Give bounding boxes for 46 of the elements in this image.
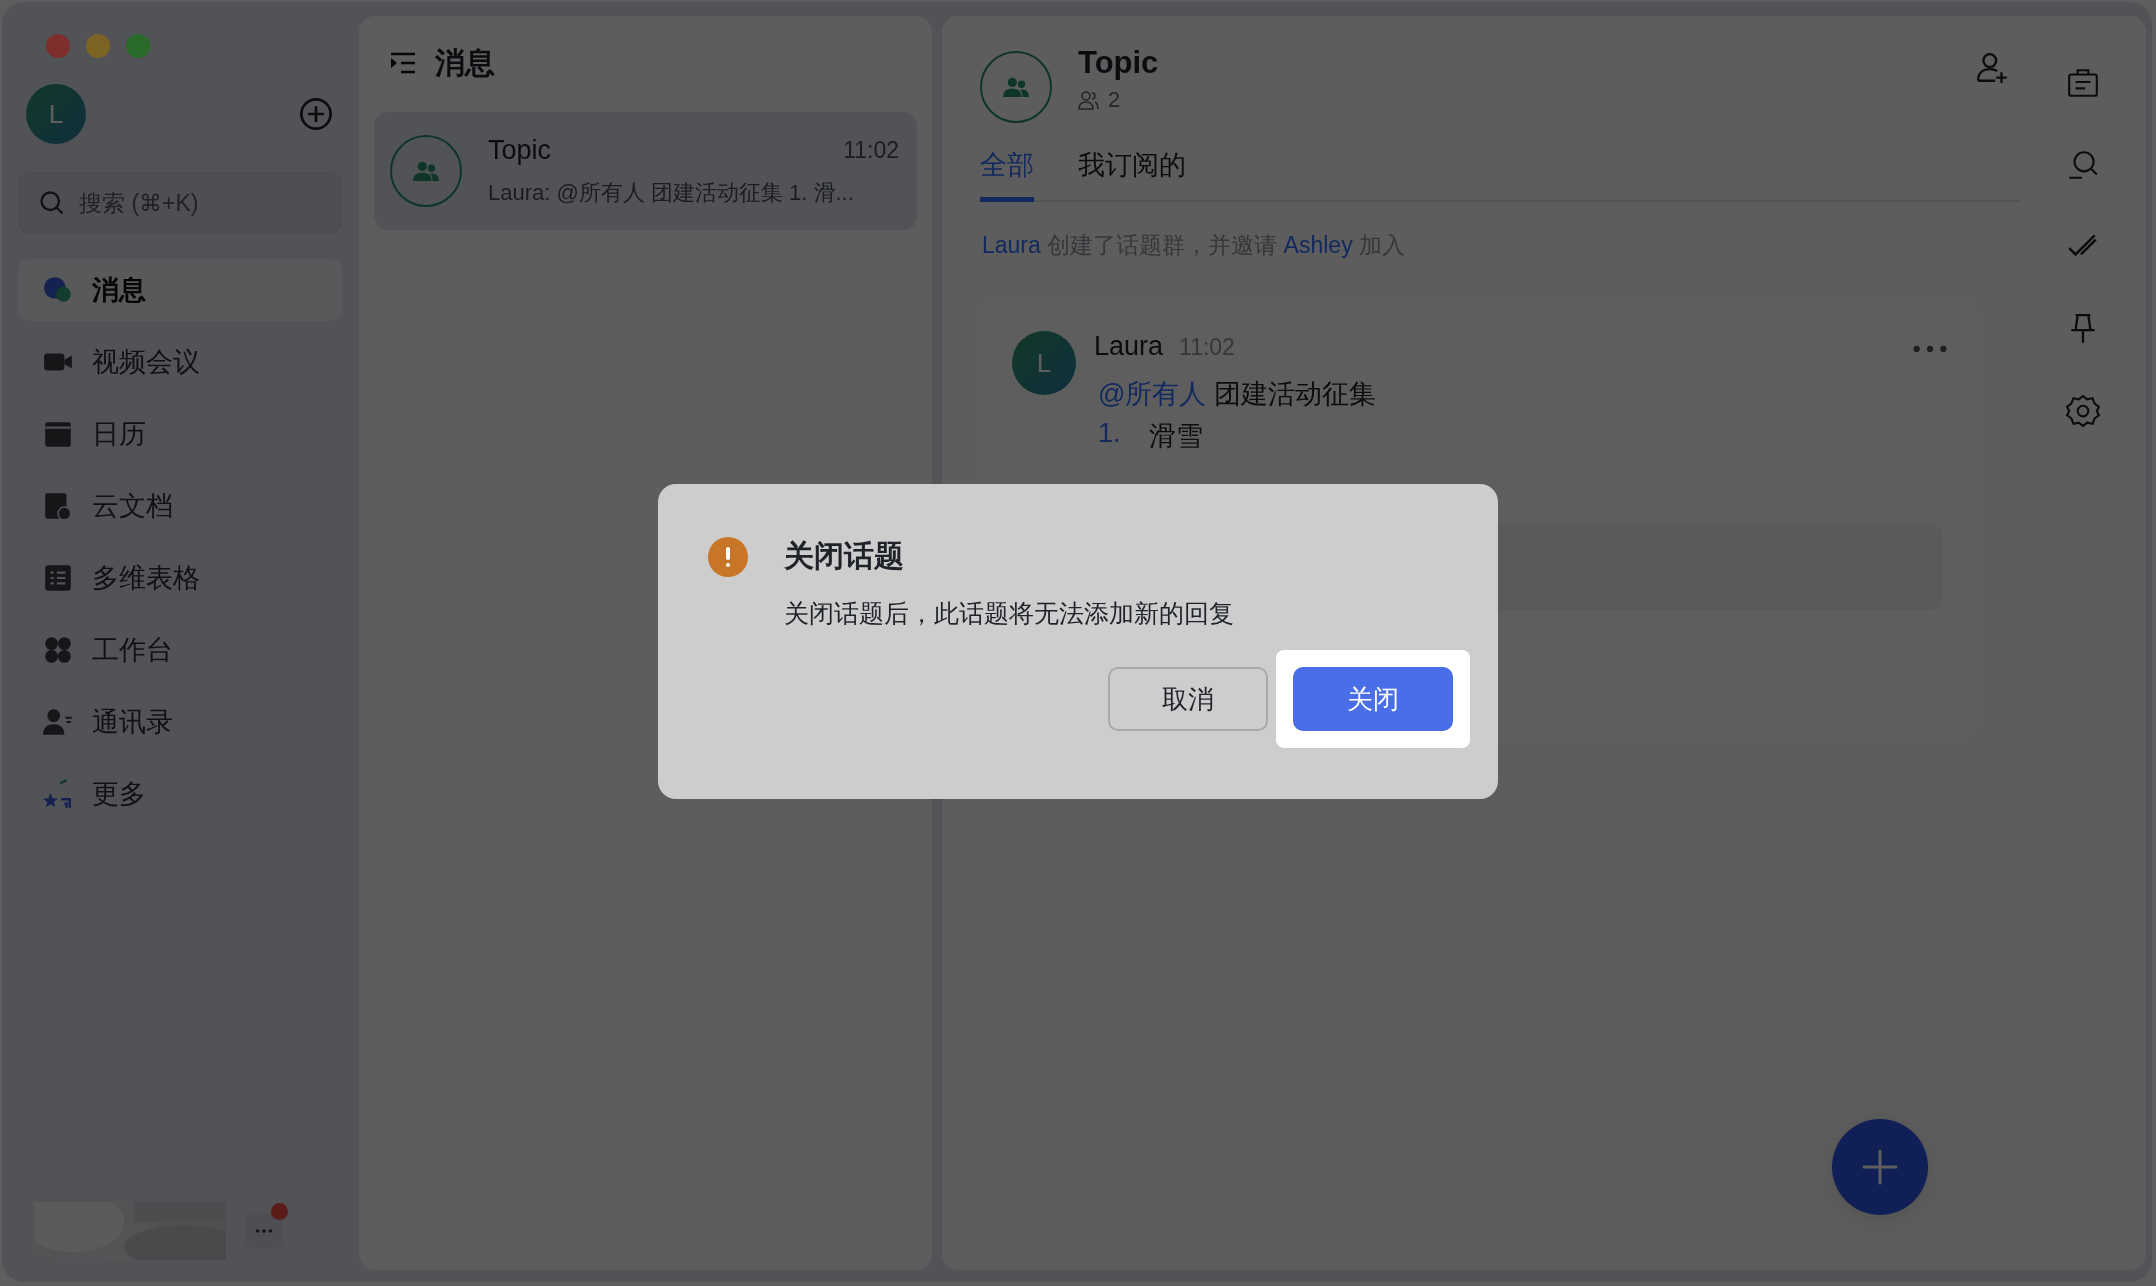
nav-item[interactable]: 工作台 [18,619,342,681]
panel-title: 消息 [435,44,495,81]
search-icon [38,189,66,217]
conversation-name: Topic [488,134,552,166]
briefcase-icon[interactable] [2066,66,2100,100]
list-icon[interactable] [389,51,417,75]
grid-icon [42,634,74,666]
message-text: @所有人 团建活动征集 [1098,378,1377,411]
nav-item[interactable]: 消息 [18,259,342,321]
members-icon [1078,90,1100,110]
search-icon[interactable] [2066,148,2100,182]
nav-item[interactable]: 日历 [18,403,342,465]
more-icon [255,1228,273,1234]
nav-item[interactable]: 更多 [18,763,342,825]
nav-item[interactable]: 多维表格 [18,547,342,609]
add-icon[interactable] [298,96,334,132]
group-avatar [390,135,462,207]
nav-item[interactable]: 通讯录 [18,691,342,753]
user-link[interactable]: Ashley [1283,232,1353,258]
more-icon[interactable] [1913,345,1947,353]
plus-icon [1860,1147,1900,1187]
user-link[interactable]: Laura [982,232,1041,258]
cancel-button[interactable]: 取消 [1108,667,1268,731]
tab[interactable]: 全部 [980,147,1034,202]
user-avatar[interactable]: L [26,84,86,144]
mention-link[interactable]: @所有人 [1098,379,1207,409]
warning-icon [708,536,748,577]
add-member-icon[interactable] [1976,51,2010,85]
dialog-title: 关闭话题 [784,538,904,574]
nav-item[interactable]: 云文档 [18,475,342,537]
chat-title: Topic [1078,45,1159,81]
contacts-icon [42,706,74,738]
settings-icon[interactable] [2066,394,2100,428]
nav-item[interactable]: 视频会议 [18,331,342,393]
table-icon [42,562,74,594]
author-name: Laura [1094,331,1164,362]
list-item-text: 滑雪 [1148,420,1203,453]
member-count: 2 [1108,87,1121,113]
more-button[interactable] [246,1213,282,1249]
close-button[interactable]: 关闭 [1293,667,1453,731]
user-avatar: L [1012,331,1076,395]
tab[interactable]: 我订阅的 [1078,147,1186,202]
dialog-message: 关闭话题后，此话题将无法添加新的回复 [784,598,1235,629]
list-number: 1. [1098,418,1121,450]
group-avatar [980,51,1052,123]
stars-icon [42,778,74,810]
